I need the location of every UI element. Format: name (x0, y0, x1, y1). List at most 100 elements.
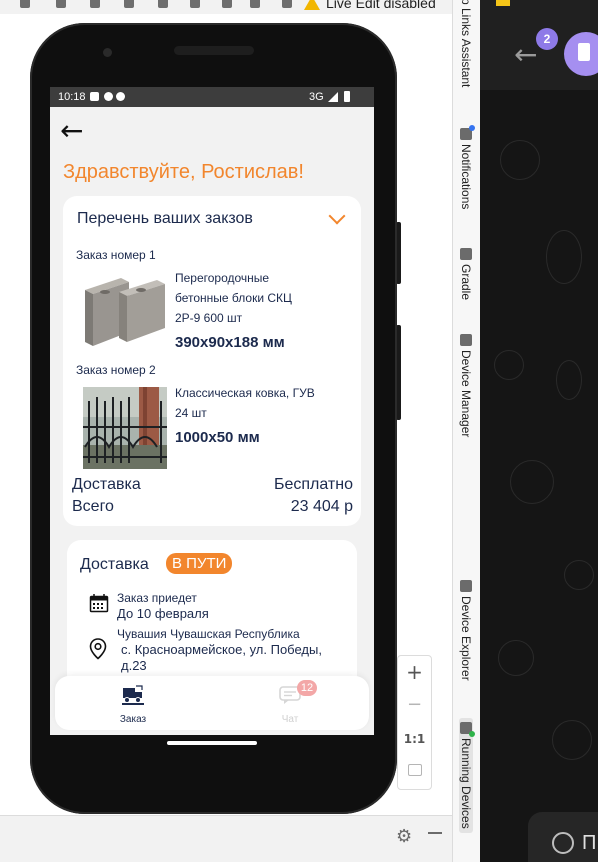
nav-item-order[interactable]: Заказ (103, 684, 163, 725)
product-name-line: Классическая ковка, ГУВ (175, 386, 315, 400)
emoji-icon[interactable] (552, 832, 574, 854)
product-name-line: бетонные блоки СКЦ (175, 291, 292, 305)
ide-toolbar: Live Edit disabled (0, 0, 452, 14)
location-pin-icon (89, 638, 107, 665)
product-name-line: Перегородочные (175, 271, 270, 285)
product-name-line: 2Р-9 600 шт (175, 311, 243, 325)
tab-label: Gradle (459, 264, 473, 301)
app-icon (116, 92, 125, 101)
tab-links-assistant[interactable]: p Links Assistant (459, 0, 473, 87)
network-type: 3G (309, 91, 324, 103)
running-device-icon (460, 722, 475, 737)
bottom-navigation: Заказ 12 Чат (55, 676, 369, 730)
home-indicator[interactable] (167, 741, 257, 745)
unread-badge: 12 (297, 680, 317, 696)
tab-device-explorer[interactable]: Device Explorer (459, 580, 473, 681)
elephant-icon (460, 248, 472, 260)
bell-icon (460, 125, 475, 140)
product-name-line: 24 шт (175, 406, 207, 420)
product-name: Перегородочные бетонные блоки СКЦ 2Р-9 6… (175, 268, 355, 328)
zoom-actual-size-button[interactable]: 1:1 (398, 732, 431, 746)
pattern-doodle (510, 460, 554, 504)
nav-label: Заказ (119, 714, 147, 725)
address-line: с. Красноармейское, ул. Победы, (121, 642, 322, 657)
warning-icon (304, 0, 320, 10)
notification-strip (496, 0, 510, 6)
order-number: Заказ номер 2 (76, 363, 156, 377)
address-line: д.23 (121, 658, 147, 673)
chevron-down-icon[interactable] (328, 207, 346, 225)
device-icon (460, 334, 472, 346)
delivery-address: Чувашия Чувашская Республика с. Красноар… (117, 626, 347, 674)
status-badge: В ПУТИ (166, 553, 233, 574)
calendar-icon (89, 593, 109, 618)
fit-screen-icon[interactable] (408, 764, 422, 776)
toolbar-icon[interactable] (190, 0, 200, 8)
tab-device-manager[interactable]: Device Manager (459, 334, 473, 437)
pattern-doodle (494, 350, 524, 380)
tab-label: p Links Assistant (459, 0, 473, 88)
pattern-doodle (556, 360, 582, 400)
tab-gradle[interactable]: Gradle (459, 248, 473, 300)
device-icon (460, 580, 472, 592)
orders-card: Перечень ваших закзов Заказ номер 1 Пере… (63, 196, 361, 526)
message-input-text: П (582, 832, 597, 854)
toolbar-icon[interactable] (90, 0, 100, 8)
page-title: Здравствуйте, Ростислав! (63, 161, 304, 183)
delivery-truck-icon (122, 685, 144, 705)
notification-icon (104, 92, 113, 101)
back-arrow-icon[interactable]: ← (60, 115, 83, 147)
status-time: 10:18 (58, 91, 86, 103)
arrival-label: Заказ приедет (117, 591, 197, 605)
total-value: 23 404 р (290, 498, 353, 515)
ide-bottom-bar: ⚙ (0, 815, 452, 862)
status-bar: 10:18 3G (50, 87, 374, 107)
front-camera (103, 48, 112, 57)
nav-item-chat[interactable]: 12 Чат (260, 680, 320, 725)
delivery-label: Доставка (72, 476, 141, 493)
zoom-out-button[interactable]: − (398, 694, 431, 715)
tab-label: Device Manager (459, 350, 473, 438)
delivery-value: Бесплатно (273, 476, 353, 493)
toolbar-icon[interactable] (222, 0, 232, 8)
tab-label: Notifications (459, 144, 473, 210)
toolbar-icon[interactable] (20, 0, 30, 8)
address-line: Чувашия Чувашская Республика (117, 627, 300, 641)
tab-label: Running Devices (459, 738, 473, 829)
zoom-controls: + − 1:1 (397, 655, 432, 790)
signal-icon (328, 92, 338, 102)
delivery-title: Доставка (80, 556, 149, 573)
product-size: 390x90x188 мм (175, 334, 285, 351)
nav-label: Чат (281, 714, 299, 725)
pattern-doodle (500, 140, 540, 180)
toolbar-icon[interactable] (158, 0, 168, 8)
minimize-icon[interactable] (428, 832, 442, 834)
product-image-forged-fence[interactable] (83, 387, 167, 469)
tab-label: Device Explorer (459, 596, 473, 681)
earpiece-speaker (174, 46, 254, 55)
pattern-doodle (498, 640, 534, 676)
toolbar-icon[interactable] (282, 0, 292, 8)
sim-icon (90, 92, 99, 101)
order-number: Заказ номер 1 (76, 248, 156, 262)
back-arrow-icon[interactable]: ← (514, 38, 537, 71)
unread-badge: 2 (536, 28, 558, 50)
zoom-in-button[interactable]: + (398, 660, 431, 684)
tab-notifications[interactable]: Notifications (459, 125, 475, 210)
pattern-doodle (552, 720, 592, 760)
orders-title: Перечень ваших закзов (77, 210, 253, 227)
total-label: Всего (72, 498, 114, 515)
arrival-info: Заказ приедет До 10 февраля (117, 590, 347, 622)
battery-icon (344, 91, 350, 102)
product-size: 1000x50 мм (175, 429, 260, 446)
toolbar-icon[interactable] (56, 0, 66, 8)
product-image-concrete-blocks[interactable] (83, 270, 167, 352)
arrival-value: До 10 февраля (117, 606, 209, 621)
camera-icon[interactable] (250, 0, 260, 8)
toolbar-icon[interactable] (124, 0, 134, 8)
tab-running-devices[interactable]: Running Devices (459, 718, 475, 833)
live-edit-status[interactable]: Live Edit disabled (326, 0, 436, 11)
gear-icon[interactable]: ⚙ (396, 826, 412, 847)
pattern-doodle (546, 230, 582, 284)
product-name: Классическая ковка, ГУВ 24 шт (175, 383, 355, 423)
